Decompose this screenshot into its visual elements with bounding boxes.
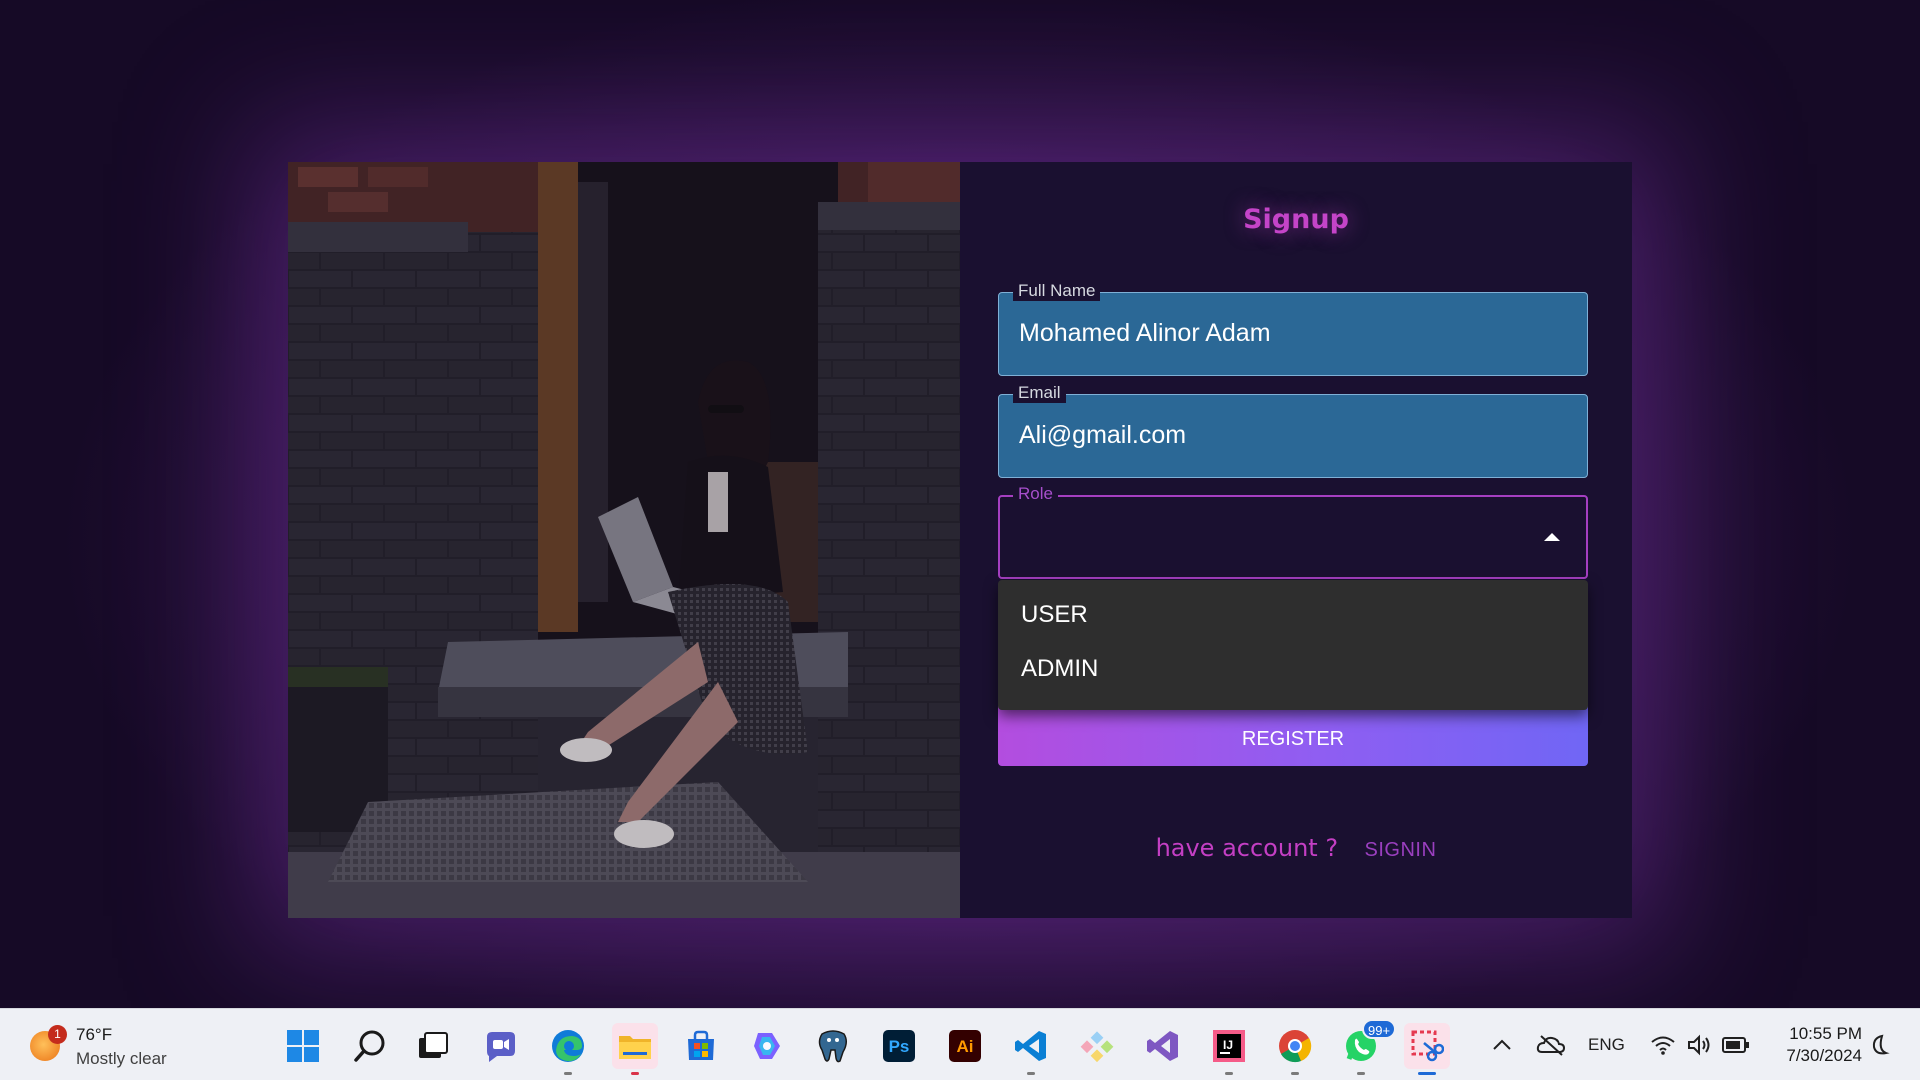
show-hidden-icons-chevron-up-icon[interactable] (1490, 1009, 1514, 1080)
clock-time: 10:55 PM (1789, 1024, 1862, 1043)
whatsapp-icon[interactable]: 99+ (1338, 1019, 1397, 1075)
visual-studio-icon[interactable] (1140, 1023, 1186, 1069)
whatsapp-unread-badge: 99+ (1362, 1019, 1397, 1039)
fullname-label: Full Name (1013, 281, 1101, 301)
photoshop-icon[interactable]: Ps (876, 1023, 922, 1069)
taskbar: 1 76°F Mostly clear Ps Ai IJ 99+ ENG 10:… (0, 1008, 1920, 1080)
edge-icon[interactable] (545, 1023, 591, 1075)
weather-temperature: 76°F (76, 1025, 113, 1044)
fullname-input[interactable]: Mohamed Alinor Adam (1019, 319, 1271, 348)
role-select[interactable]: Role (998, 484, 1588, 579)
hero-photo (288, 162, 960, 918)
email-label: Email (1013, 383, 1066, 403)
desktop-background: Signup Full Name Mohamed Alinor Adam Ema… (0, 0, 1920, 1008)
wifi-icon[interactable] (1650, 1009, 1676, 1080)
role-option-user[interactable]: USER (998, 588, 1588, 642)
caret-up-icon[interactable] (1544, 533, 1560, 541)
photo-overlay (288, 162, 960, 918)
search-icon[interactable] (347, 1023, 393, 1069)
svg-text:Ps: Ps (889, 1037, 910, 1056)
task-view-icon[interactable] (410, 1023, 456, 1069)
onedrive-offline-icon[interactable] (1536, 1009, 1566, 1080)
vscode-icon[interactable] (1008, 1023, 1054, 1075)
volume-icon[interactable] (1686, 1009, 1712, 1080)
night-mode-moon-icon[interactable] (1868, 1009, 1892, 1080)
have-account-text: have account ? (1155, 834, 1339, 862)
form-title: Signup (1243, 204, 1349, 235)
email-field[interactable]: Email Ali@gmail.com (998, 383, 1588, 478)
start-icon[interactable] (280, 1023, 326, 1069)
postgresql-icon[interactable] (810, 1023, 856, 1069)
language-indicator[interactable]: ENG (1588, 1009, 1625, 1080)
email-input[interactable]: Ali@gmail.com (1019, 421, 1186, 450)
signup-card: Signup Full Name Mohamed Alinor Adam Ema… (288, 162, 1632, 918)
illustrator-icon[interactable]: Ai (942, 1023, 988, 1069)
role-option-admin[interactable]: ADMIN (998, 642, 1588, 696)
weather-widget[interactable]: 1 76°F Mostly clear (28, 1025, 218, 1069)
svg-text:Ai: Ai (957, 1037, 974, 1056)
weather-condition: Mostly clear (76, 1049, 167, 1068)
signup-form: Signup Full Name Mohamed Alinor Adam Ema… (960, 162, 1632, 918)
svg-text:IJ: IJ (1223, 1038, 1233, 1052)
fullname-field[interactable]: Full Name Mohamed Alinor Adam (998, 281, 1588, 376)
snipping-tool-icon[interactable] (1404, 1023, 1450, 1075)
teams-chat-icon[interactable] (478, 1023, 524, 1069)
role-label: Role (1013, 484, 1058, 504)
battery-icon[interactable] (1722, 1009, 1750, 1080)
taskbar-clock[interactable]: 10:55 PM 7/30/2024 (1786, 1023, 1862, 1067)
pieces-icon[interactable] (1074, 1023, 1120, 1069)
file-explorer-icon[interactable] (612, 1023, 658, 1075)
role-dropdown-menu: USER ADMIN (998, 580, 1588, 710)
weather-notification-badge: 1 (48, 1025, 67, 1044)
register-button[interactable]: REGISTER (998, 702, 1588, 766)
signin-row: have account ? SIGNIN (960, 834, 1632, 862)
clock-date: 7/30/2024 (1786, 1046, 1862, 1065)
chrome-icon[interactable] (1272, 1023, 1318, 1075)
microsoft-store-icon[interactable] (678, 1023, 724, 1069)
signin-link[interactable]: SIGNIN (1365, 839, 1437, 861)
intellij-icon[interactable]: IJ (1206, 1023, 1252, 1075)
copilot-icon[interactable] (744, 1023, 790, 1069)
